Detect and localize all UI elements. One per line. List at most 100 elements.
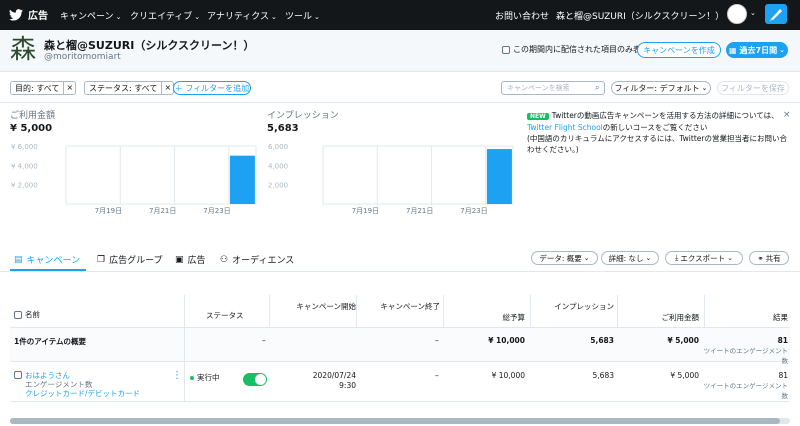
save-filter-button[interactable]: フィルターを保存 [717, 81, 789, 95]
close-icon[interactable]: × [783, 110, 791, 121]
chevron-down-icon: ⌄ [779, 46, 785, 54]
filter-chip-objective[interactable]: 目的: すべて × [10, 81, 77, 95]
tab-adgroups[interactable]: ❐ 広告グループ [97, 253, 163, 267]
close-icon[interactable]: × [63, 82, 75, 94]
bar [486, 149, 512, 204]
chevron-down-icon: ⌄ [701, 84, 708, 92]
menu-creatives[interactable]: クリエイティブ ⌄ [130, 9, 200, 22]
adgroup-icon: ❐ [97, 254, 106, 265]
delivered-only-checkbox[interactable]: この期間内に配信された項目のみ表示 [502, 44, 649, 55]
chevron-down-icon[interactable]: ⌄ [750, 9, 756, 17]
campaign-search-input[interactable]: キャンペーンを検索 [501, 81, 605, 95]
detail-dropdown[interactable]: 詳細: なし ⌄ [601, 251, 659, 265]
notice-text: の新しいコースをご覧ください [602, 123, 708, 132]
header-start[interactable]: キャンペーン開始 [296, 301, 356, 312]
header-results[interactable]: 結果 [738, 312, 788, 323]
spend-chart: ご利用金額 ¥ 5,000 ¥ 6,000 ¥ 4,000 ¥ 2,000 7月19日… [10, 108, 260, 218]
header-budget[interactable]: 総予算 [465, 312, 526, 323]
column-divider [443, 295, 444, 328]
search-icon: ⌕ [595, 83, 600, 92]
chip-label: 目的: すべて [15, 83, 60, 93]
people-icon: ⚇ [220, 254, 229, 265]
header-name[interactable]: 名前 [14, 309, 40, 320]
column-divider [530, 295, 531, 328]
account-label: 森と榴@SUZURI（シルクスクリーン！） [556, 12, 725, 22]
y-tick-label: ¥ 2,000 [11, 182, 38, 190]
tab-ads[interactable]: ▣ 広告 [175, 253, 206, 267]
select-all-checkbox[interactable] [14, 310, 22, 319]
column-divider [269, 295, 270, 328]
payment-method-link[interactable]: クレジットカード/デビットカード [25, 389, 140, 398]
chart-label: インプレッション [267, 111, 339, 121]
chart-value: ¥ 5,000 [10, 123, 53, 134]
account-menu[interactable]: 森と榴@SUZURI（シルクスクリーン！）⌄ [556, 9, 732, 22]
notice-text: (中国語のカリキュラムにアクセスするには、Twitterの営業担当者にお問い合わ… [527, 134, 787, 154]
y-tick-label: 2,000 [268, 182, 288, 190]
filter-default-dropdown[interactable]: フィルター: デフォルト ⌄ [611, 81, 711, 95]
row-start: 2020/07/24 9:30 [312, 371, 356, 390]
chevron-down-icon: ⌄ [314, 13, 320, 21]
avatar[interactable] [727, 4, 747, 24]
account-handle: @moritomomiart [44, 52, 121, 62]
add-filter-button[interactable]: ＋ フィルターを追加 [173, 81, 251, 95]
chevron-down-icon: ⌄ [583, 254, 590, 262]
compose-button[interactable] [765, 4, 787, 24]
checkbox-icon [502, 45, 510, 54]
chevron-down-icon: ⌄ [727, 254, 733, 262]
quill-icon [770, 9, 782, 21]
toggle-knob [255, 374, 266, 385]
header-spend[interactable]: ご利用金額 [635, 312, 700, 323]
tab-label: 広告 [187, 256, 206, 266]
dropdown-label: フィルター: デフォルト [614, 83, 700, 93]
tab-audiences[interactable]: ⚇ オーディエンス [220, 253, 294, 267]
summary-budget: ¥ 10,000 [488, 336, 525, 345]
chevron-down-icon: ⌄ [115, 13, 122, 21]
link-icon: ⚭ [757, 253, 764, 263]
scrollbar-thumb[interactable] [10, 418, 780, 424]
date-range-label: 過去7日間 [739, 45, 778, 55]
campaign-toggle[interactable] [243, 373, 267, 386]
close-icon[interactable]: × [161, 82, 173, 94]
summary-impressions: 5,683 [590, 336, 614, 345]
account-avatar: 森 [10, 35, 37, 65]
y-tick-label: 6,000 [268, 143, 288, 151]
help-link[interactable]: お問い合わせ [495, 9, 549, 22]
notice-text: Twitterの動画広告キャンペーンを活用する方法の詳細については、 [551, 111, 779, 120]
calendar-icon: ▦ [728, 45, 737, 55]
header-end[interactable]: キャンペーン終了 [380, 301, 440, 312]
download-icon: ⤓ [675, 253, 679, 262]
tab-campaigns[interactable]: ▤ キャンペーン [14, 253, 80, 267]
header-label: 名前 [25, 310, 40, 319]
table-header: 名前 ステータス キャンペーン開始 キャンペーン終了 総予算 インプレッション … [10, 295, 790, 328]
date-range-button[interactable]: ▦ 過去7日間 ⌄ [726, 42, 788, 58]
share-button[interactable]: ⚭ 共有 [749, 251, 789, 265]
x-tick-label: 7月21日 [406, 207, 433, 215]
checkbox-label: この期間内に配信された項目のみ表示 [513, 45, 649, 54]
campaign-name-link[interactable]: おはようさん [25, 371, 140, 380]
top-nav: 広告 キャンペーン ⌄ クリエイティブ ⌄ アナリティクス ⌄ ツール ⌄ お問い合わせ… [0, 0, 800, 30]
divider [0, 271, 800, 272]
horizontal-scrollbar[interactable] [10, 418, 790, 424]
header-impressions[interactable]: インプレッション [550, 301, 614, 312]
flight-school-link[interactable]: Twitter Flight School [527, 123, 603, 132]
brand[interactable]: 広告 [9, 7, 48, 22]
header-status[interactable]: ステータス [206, 310, 244, 321]
export-button[interactable]: ⤓ エクスポート ⌄ [665, 251, 743, 265]
x-tick-label: 7月23日 [460, 207, 487, 215]
campaign-objective: エンゲージメント数 [25, 380, 93, 389]
impressions-bar-chart: 6,000 4,000 2,000 7月19日 7月21日 7月23日 [268, 143, 514, 215]
menu-campaigns[interactable]: キャンペーン ⌄ [60, 9, 121, 22]
row-budget: ¥ 10,000 [491, 371, 525, 380]
menu-label: クリエイティブ [130, 12, 193, 22]
menu-tools[interactable]: ツール ⌄ [285, 9, 320, 22]
row-checkbox[interactable] [14, 371, 22, 379]
status-dot-icon [190, 376, 194, 380]
filter-chip-status[interactable]: ステータス: すべて × [84, 81, 175, 95]
data-dropdown[interactable]: データ: 概要 ⌄ [531, 251, 598, 265]
button-label: 詳細: なし [608, 253, 644, 263]
row-impressions: 5,683 [592, 371, 614, 380]
more-options-icon[interactable]: ⋮ [172, 370, 182, 381]
y-tick-label: 4,000 [268, 162, 288, 170]
create-campaign-button[interactable]: キャンペーンを作成 [637, 42, 721, 58]
menu-analytics[interactable]: アナリティクス ⌄ [207, 9, 277, 22]
